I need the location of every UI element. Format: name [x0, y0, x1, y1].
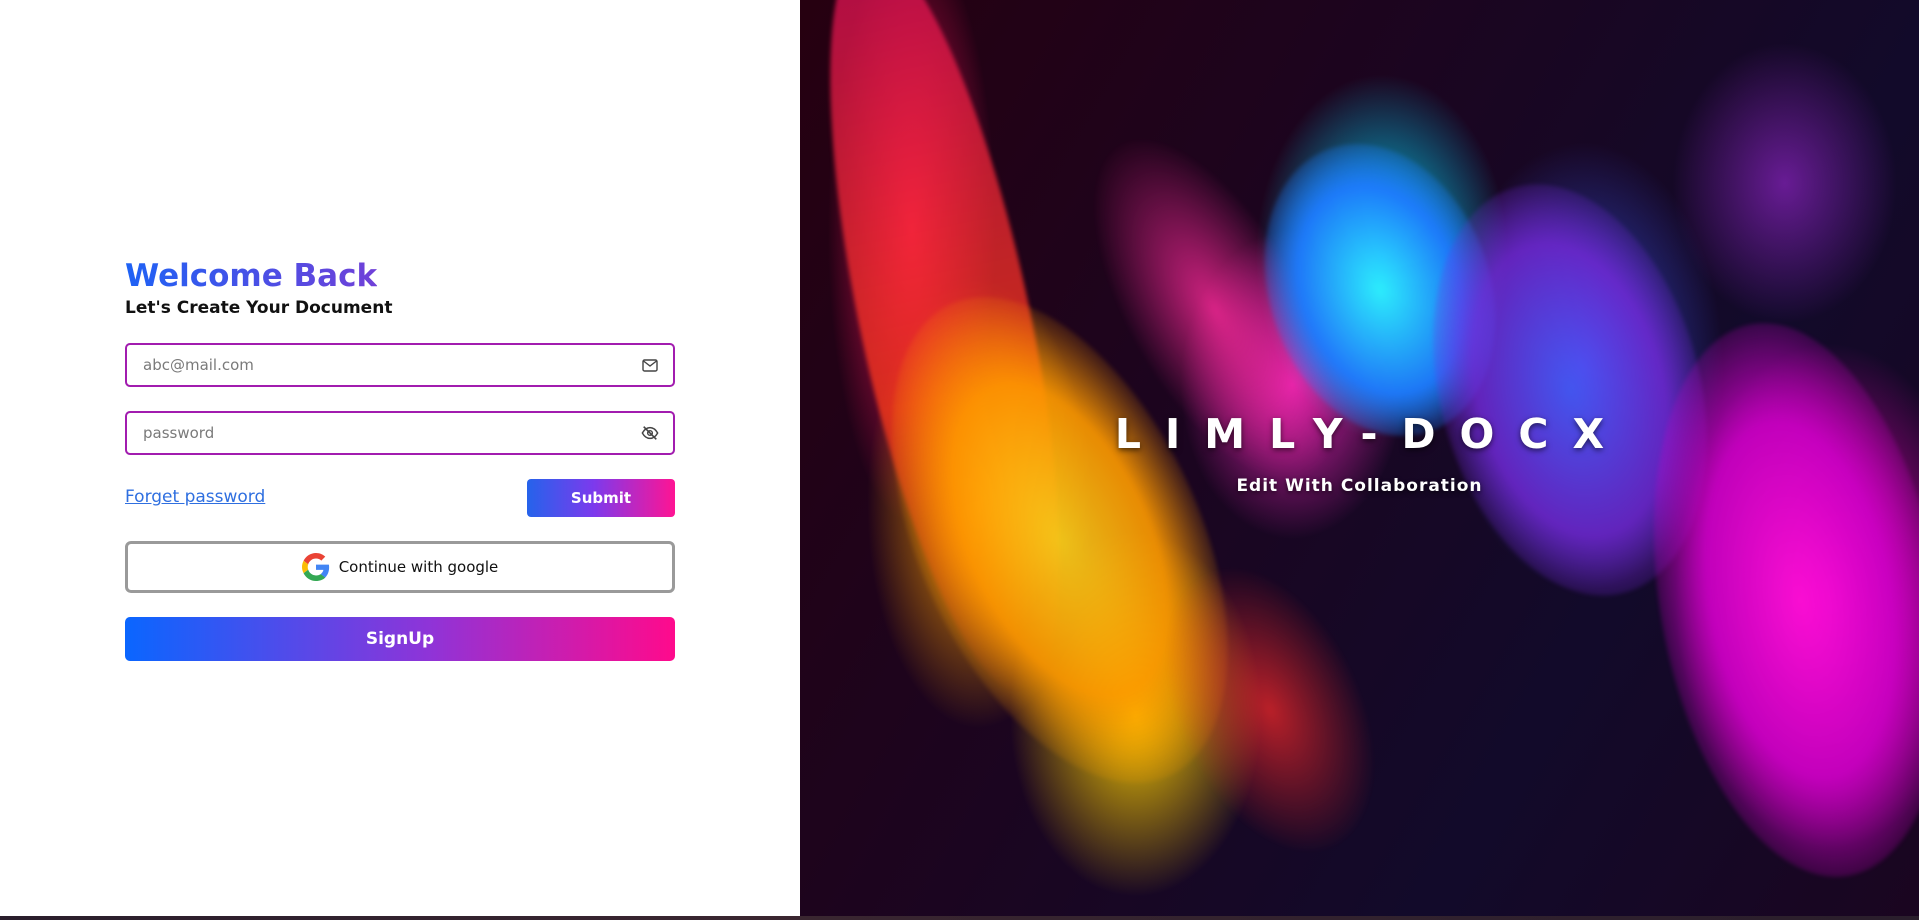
forget-password-link[interactable]: Forget password — [125, 487, 265, 507]
password-input[interactable] — [127, 413, 673, 453]
welcome-title: Welcome Back — [125, 258, 378, 294]
google-icon — [301, 553, 330, 581]
signup-button[interactable]: SignUp — [125, 617, 675, 661]
password-field[interactable] — [125, 411, 675, 455]
hero-panel: LIMLY-DOCX Edit With Collaboration — [800, 0, 1919, 916]
google-signin-button[interactable]: Continue with google — [125, 541, 675, 593]
email-field[interactable] — [125, 343, 675, 387]
login-form: Welcome Back Let's Create Your Document — [125, 258, 675, 661]
bottom-edge — [0, 916, 1919, 920]
eye-slash-icon[interactable] — [641, 424, 659, 442]
page: Welcome Back Let's Create Your Document — [0, 0, 1919, 920]
google-button-label: Continue with google — [338, 558, 499, 576]
login-panel: Welcome Back Let's Create Your Document — [0, 0, 800, 916]
email-input[interactable] — [127, 345, 673, 385]
envelope-icon — [641, 356, 659, 374]
submit-button[interactable]: Submit — [527, 479, 675, 517]
abstract-background-image — [800, 0, 1919, 916]
welcome-subtitle: Let's Create Your Document — [125, 298, 393, 318]
brand-title: LIMLY-DOCX — [1114, 410, 1629, 458]
brand-tagline: Edit With Collaboration — [1236, 476, 1483, 496]
form-actions-row: Forget password Submit — [125, 479, 675, 517]
